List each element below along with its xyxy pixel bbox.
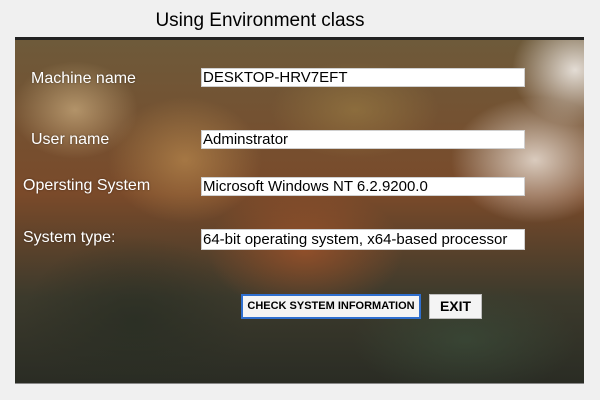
window-title: Using Environment class bbox=[155, 10, 365, 31]
system-type-label: System type: bbox=[23, 229, 116, 246]
machine-name-label: Machine name bbox=[31, 70, 136, 87]
exit-button[interactable]: EXIT bbox=[429, 294, 482, 319]
operating-system-label: Opersting System bbox=[23, 177, 151, 194]
app-window: Using Environment class Machine name DES… bbox=[0, 0, 600, 400]
background-image-panel: Machine name DESKTOP-HRV7EFT User name A… bbox=[15, 37, 584, 384]
user-name-label: User name bbox=[31, 131, 110, 148]
operating-system-field[interactable]: Microsoft Windows NT 6.2.9200.0 bbox=[201, 177, 525, 196]
system-type-field[interactable]: 64-bit operating system, x64-based proce… bbox=[201, 229, 525, 250]
user-name-field[interactable]: Adminstrator bbox=[201, 130, 525, 149]
check-system-information-button[interactable]: CHECK SYSTEM INFORMATION bbox=[241, 294, 421, 319]
machine-name-field[interactable]: DESKTOP-HRV7EFT bbox=[201, 68, 525, 87]
